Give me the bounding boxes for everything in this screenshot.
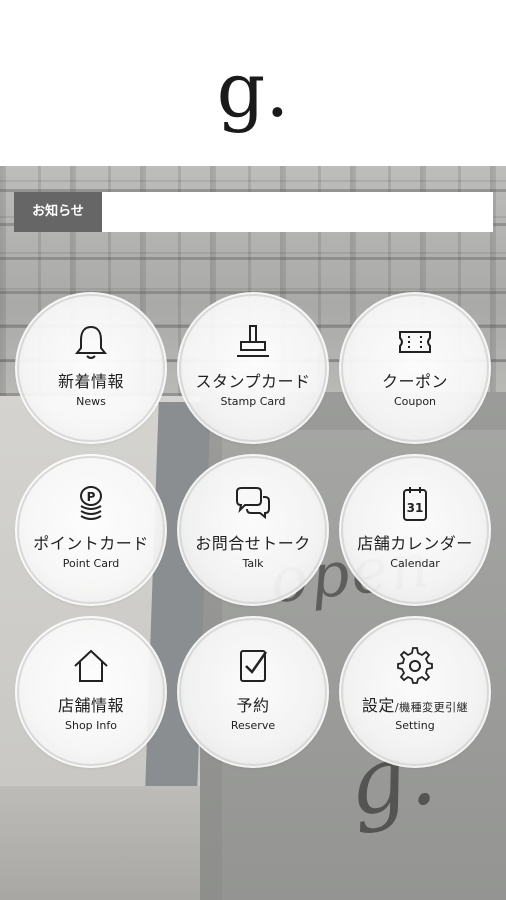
bell-icon: [74, 325, 108, 359]
home-icon: [74, 649, 108, 682]
menu-label-en: News: [76, 395, 106, 408]
menu-label-jp: 店舗カレンダー: [357, 534, 473, 553]
notice-bar[interactable]: お知らせ: [14, 192, 493, 232]
menu-label-en: Talk: [242, 557, 264, 570]
menu-label-en: Reserve: [230, 719, 276, 732]
stamp-icon: [237, 325, 269, 357]
notice-label: お知らせ: [14, 192, 102, 232]
ticket-icon: [399, 331, 431, 353]
menu-button-calendar[interactable]: 31 店舗カレンダー Calendar: [343, 458, 487, 602]
gear-icon: [397, 647, 433, 684]
brand-logo: g.: [216, 45, 290, 134]
menu-label-jp: ポイントカード: [33, 534, 149, 553]
coins-icon: P: [80, 486, 102, 520]
menu-button-shop-info[interactable]: 店舗情報 Shop Info: [19, 620, 163, 764]
menu-label-en: Shop Info: [65, 719, 117, 732]
menu-label-jp: クーポン: [381, 372, 448, 391]
calendar-icon: 31: [403, 487, 427, 521]
menu-button-talk[interactable]: お問合せトーク Talk: [181, 458, 325, 602]
menu-button-coupon[interactable]: クーポン Coupon: [343, 296, 487, 440]
menu-label-en: Coupon: [393, 395, 437, 408]
menu-label-jp: 設定/機種変更引継: [361, 696, 469, 715]
calendar-day: 31: [407, 501, 424, 515]
app-header: g.: [0, 0, 506, 166]
menu-label-en: Calendar: [390, 557, 440, 570]
chat-bubbles-icon: [236, 487, 270, 520]
menu-label-jp-sub: /機種変更引継: [394, 701, 469, 714]
menu-button-news[interactable]: 新着情報 News: [19, 296, 163, 440]
menu-label-en: Point Card: [62, 557, 120, 570]
menu-label-jp: お問合せトーク: [195, 534, 311, 553]
menu-label-en: Stamp Card: [220, 395, 286, 408]
menu-label-jp: スタンプカード: [195, 372, 311, 391]
menu-label-jp: 新着情報: [57, 372, 124, 391]
menu-button-reserve[interactable]: 予約 Reserve: [181, 620, 325, 764]
svg-text:P: P: [87, 490, 96, 504]
menu-button-setting[interactable]: 設定/機種変更引継 Setting: [343, 620, 487, 764]
menu-label-jp: 店舗情報: [57, 696, 124, 715]
reserve-check-icon: [240, 650, 268, 682]
menu-label-en: Setting: [395, 719, 435, 732]
menu-button-point-card[interactable]: P ポイントカード Point Card: [19, 458, 163, 602]
menu-button-stamp-card[interactable]: スタンプカード Stamp Card: [181, 296, 325, 440]
menu-label-jp: 予約: [236, 696, 270, 715]
